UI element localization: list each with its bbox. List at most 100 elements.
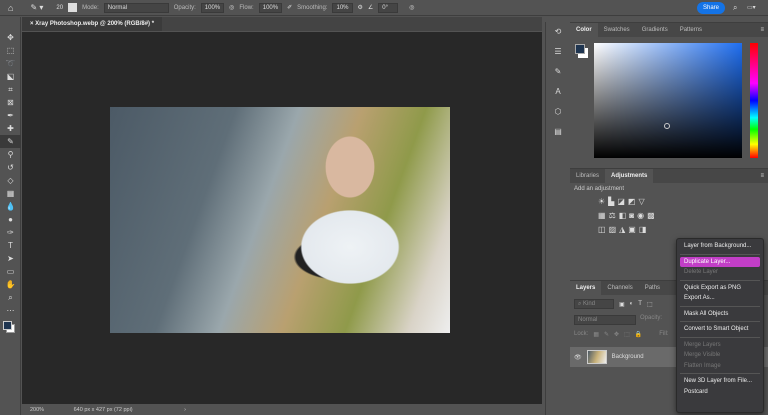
- tab-layers[interactable]: Layers: [570, 281, 602, 295]
- brush-settings-icon[interactable]: [68, 3, 78, 12]
- color-balance-icon[interactable]: ⚖: [609, 211, 619, 220]
- filter-pixel-icon[interactable]: ▣: [619, 301, 625, 308]
- type-tool-icon[interactable]: T: [0, 239, 21, 252]
- frame-tool-icon[interactable]: ⊠: [0, 96, 21, 109]
- object-select-icon[interactable]: ⬕: [0, 70, 21, 83]
- tab-channels[interactable]: Channels: [601, 281, 638, 295]
- selective-color-icon[interactable]: ◨: [639, 225, 650, 234]
- photo-filter-icon[interactable]: ◙: [629, 211, 637, 220]
- lock-all-icon[interactable]: 🔒: [635, 331, 642, 338]
- tab-gradients[interactable]: Gradients: [636, 23, 674, 37]
- posterize-icon[interactable]: ▨: [609, 225, 620, 234]
- gradient-tool-icon[interactable]: ▦: [0, 187, 21, 200]
- threshold-icon[interactable]: ◮: [619, 225, 628, 234]
- workspace-icon[interactable]: ▭▾: [747, 4, 756, 11]
- history-icon[interactable]: ⟲: [546, 22, 570, 42]
- clone-stamp-icon[interactable]: ⚲: [0, 148, 21, 161]
- color-lookup-icon[interactable]: ▩: [647, 211, 658, 220]
- tab-paths[interactable]: Paths: [639, 281, 666, 295]
- black-white-icon[interactable]: ◧: [619, 211, 630, 220]
- more-tools-icon[interactable]: ⋯: [0, 304, 21, 317]
- gear-icon[interactable]: ⚙: [358, 4, 363, 11]
- lock-paint-icon[interactable]: ✎: [604, 331, 609, 338]
- filter-adjustment-icon[interactable]: ◐: [630, 301, 634, 307]
- crop-tool-icon[interactable]: ⌗: [0, 83, 21, 96]
- menu-item-export-as[interactable]: Export As...: [680, 293, 760, 304]
- smoothing-field[interactable]: 10%: [332, 2, 353, 13]
- foreground-color-swatch[interactable]: [575, 44, 585, 54]
- angle-field[interactable]: 0°: [378, 2, 399, 13]
- lock-pixels-icon[interactable]: ▦: [593, 331, 599, 338]
- hue-saturation-icon[interactable]: ▦: [598, 211, 609, 220]
- hue-slider[interactable]: [750, 43, 758, 158]
- tab-adjustments[interactable]: Adjustments: [605, 169, 654, 183]
- menu-item-flatten-image[interactable]: Flatten Image: [680, 361, 760, 372]
- eraser-icon[interactable]: ◇: [0, 174, 21, 187]
- 3d-icon[interactable]: ⬡: [546, 102, 570, 122]
- panel-menu-icon[interactable]: ≡: [760, 169, 768, 183]
- document-tab[interactable]: × Xray Photoshop.webp @ 200% (RGB/8#) *: [22, 17, 163, 31]
- blur-tool-icon[interactable]: 💧: [0, 200, 21, 213]
- brushes-icon[interactable]: ✎: [546, 62, 570, 82]
- opacity-field[interactable]: 100%: [200, 2, 225, 13]
- menu-item-quick-export-png[interactable]: Quick Export as PNG: [680, 283, 760, 294]
- status-arrow-icon[interactable]: ›: [184, 407, 186, 413]
- menu-item-convert-smart-object[interactable]: Convert to Smart Object: [680, 324, 760, 335]
- layer-name[interactable]: Background: [612, 354, 644, 360]
- tab-patterns[interactable]: Patterns: [674, 23, 708, 37]
- tab-color[interactable]: Color: [570, 23, 598, 37]
- invert-icon[interactable]: ◫: [598, 225, 609, 234]
- exposure-icon[interactable]: ◩: [628, 197, 639, 206]
- hand-tool-icon[interactable]: ✋: [0, 278, 21, 291]
- lock-position-icon[interactable]: ✥: [614, 331, 619, 338]
- move-tool-icon[interactable]: ✥: [0, 31, 21, 44]
- healing-brush-icon[interactable]: ✚: [0, 122, 21, 135]
- pressure-size-icon[interactable]: ◎: [409, 4, 414, 11]
- menu-item-mask-all-objects[interactable]: Mask All Objects: [680, 309, 760, 320]
- tab-swatches[interactable]: Swatches: [598, 23, 636, 37]
- airbrush-icon[interactable]: ✐: [287, 4, 292, 11]
- document-image[interactable]: [110, 107, 450, 333]
- pen-tool-icon[interactable]: ✑: [0, 226, 21, 239]
- zoom-level[interactable]: 200%: [30, 407, 44, 413]
- menu-item-postcard[interactable]: Postcard: [680, 387, 760, 398]
- vibrance-icon[interactable]: ▽: [638, 197, 647, 206]
- share-button[interactable]: Share: [697, 2, 725, 14]
- brush-tool-icon[interactable]: ✎ ▾: [30, 3, 43, 12]
- levels-icon[interactable]: ▙: [608, 197, 617, 206]
- brush-tool-icon[interactable]: ✎: [0, 135, 21, 148]
- character-icon[interactable]: A: [546, 82, 570, 102]
- blend-mode-select[interactable]: Normal: [574, 315, 636, 325]
- color-field[interactable]: [594, 43, 742, 158]
- properties-icon[interactable]: ☰: [546, 42, 570, 62]
- lasso-tool-icon[interactable]: ➰: [0, 57, 21, 70]
- search-icon[interactable]: ⌕: [733, 3, 737, 13]
- tab-libraries[interactable]: Libraries: [570, 169, 605, 183]
- menu-item-merge-layers[interactable]: Merge Layers: [680, 340, 760, 351]
- home-icon[interactable]: ⌂: [8, 3, 13, 13]
- menu-item-duplicate-layer[interactable]: Duplicate Layer...: [680, 256, 760, 267]
- filter-type-icon[interactable]: T: [638, 301, 642, 307]
- dodge-tool-icon[interactable]: ●: [0, 213, 21, 226]
- flow-field[interactable]: 100%: [258, 2, 283, 13]
- mode-select[interactable]: Normal: [103, 2, 169, 13]
- layer-filter-input[interactable]: ⌕ Kind: [574, 299, 614, 309]
- menu-item-delete-layer[interactable]: Delete Layer: [680, 267, 760, 278]
- channel-mixer-icon[interactable]: ◉: [637, 211, 647, 220]
- learn-icon[interactable]: ▤: [546, 122, 570, 142]
- visibility-eye-icon[interactable]: 👁: [574, 354, 582, 361]
- brightness-contrast-icon[interactable]: ☀: [598, 197, 608, 206]
- filter-shape-icon[interactable]: ⬚: [647, 301, 653, 308]
- shape-tool-icon[interactable]: ▭: [0, 265, 21, 278]
- menu-item-layer-from-background[interactable]: Layer from Background...: [680, 241, 760, 252]
- history-brush-icon[interactable]: ↺: [0, 161, 21, 174]
- eyedropper-icon[interactable]: ✒: [0, 109, 21, 122]
- lock-artboard-icon[interactable]: ⬚: [624, 331, 630, 338]
- color-picker-cursor[interactable]: [664, 123, 670, 129]
- menu-item-new-3d-layer[interactable]: New 3D Layer from File...: [680, 376, 760, 387]
- marquee-tool-icon[interactable]: ⬚: [0, 44, 21, 57]
- gradient-map-icon[interactable]: ▣: [628, 225, 639, 234]
- pressure-opacity-icon[interactable]: ◎: [229, 4, 234, 11]
- path-select-icon[interactable]: ➤: [0, 252, 21, 265]
- panel-menu-icon[interactable]: ≡: [760, 23, 768, 37]
